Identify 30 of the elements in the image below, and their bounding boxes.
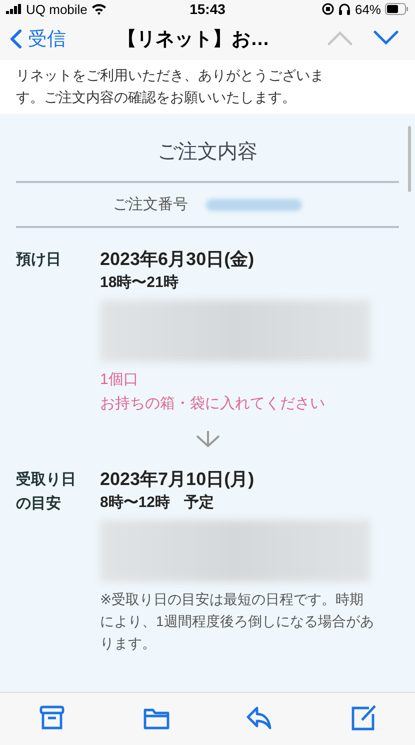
mail-subject: 【リネット】お… <box>116 28 270 52</box>
status-text: 予定 <box>184 493 214 513</box>
wifi-icon <box>91 3 108 15</box>
archive-icon <box>38 704 66 732</box>
scroll-indicator <box>408 126 411 192</box>
notice-text: 1個口 <box>100 370 140 390</box>
field-label: 預け日 <box>16 250 62 270</box>
signal-icon <box>6 4 22 14</box>
battery-icon <box>385 3 409 15</box>
body-text: す。ご注文内容の確認をお願いいたします。 <box>16 88 297 107</box>
notice-text: お持ちの箱・袋に入れてください <box>100 394 326 414</box>
chevron-up-icon <box>327 30 353 46</box>
field-label: 受取り日の目安 <box>16 470 77 514</box>
clock-time: 15:43 <box>190 1 226 17</box>
headphones-icon <box>338 3 351 15</box>
carrier-name: UQ mobile <box>26 2 88 16</box>
back-button[interactable]: 受信 <box>6 26 70 52</box>
chevron-down-icon <box>373 30 399 46</box>
body-text: リネットをご利用いただき、ありがとうございま <box>16 66 325 85</box>
order-number-label: ご注文番号 <box>113 195 188 214</box>
time-text: 8時〜12時 <box>100 493 170 513</box>
battery-percent: 64% <box>354 2 381 16</box>
chevron-left-icon <box>10 29 22 49</box>
section-heading: ご注文内容 <box>156 140 258 165</box>
date-text: 2023年7月10日(月) <box>100 468 256 491</box>
time-text: 18時〜21時 <box>100 273 178 293</box>
compose-icon <box>349 704 378 732</box>
date-text: 2023年6月30日(金) <box>100 248 256 271</box>
footnote-text: ※受取り日の目安は最短の日程です。時期により、1週間程度後ろ倒しになる場合があります。 <box>100 590 375 653</box>
arrow-down-icon <box>194 430 222 448</box>
